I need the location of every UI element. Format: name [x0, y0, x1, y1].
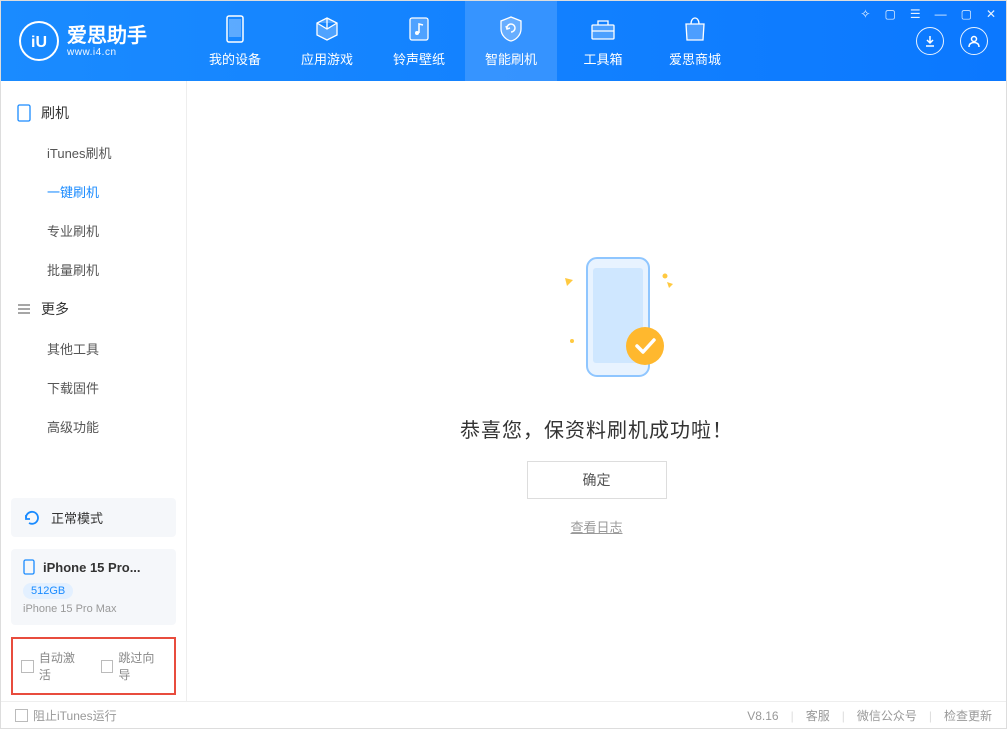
bag-icon — [681, 15, 709, 43]
version-label: V8.16 — [747, 709, 778, 723]
support-link[interactable]: 客服 — [806, 707, 830, 724]
sidebar-item-batch-flash[interactable]: 批量刷机 — [1, 250, 186, 289]
device-phone-icon — [23, 559, 35, 575]
nav-ringtone[interactable]: 铃声壁纸 — [373, 1, 465, 81]
win-menu-icon[interactable]: ☰ — [908, 7, 923, 21]
sidebar-item-download-fw[interactable]: 下载固件 — [1, 368, 186, 407]
success-message: 恭喜您，保资料刷机成功啦！ — [460, 414, 733, 443]
main-content: 恭喜您，保资料刷机成功啦！ 确定 查看日志 — [187, 81, 1006, 701]
checkbox-skip-wizard[interactable]: 跳过向导 — [101, 649, 167, 683]
sidebar-item-itunes-flash[interactable]: iTunes刷机 — [1, 133, 186, 172]
sidebar-item-pro-flash[interactable]: 专业刷机 — [1, 211, 186, 250]
sidebar-item-one-click[interactable]: 一键刷机 — [1, 172, 186, 211]
sidebar-item-advanced[interactable]: 高级功能 — [1, 407, 186, 446]
check-update-link[interactable]: 检查更新 — [944, 707, 992, 724]
checkbox-icon — [101, 660, 114, 673]
nav-toolbox[interactable]: 工具箱 — [557, 1, 649, 81]
device-box[interactable]: iPhone 15 Pro... 512GB iPhone 15 Pro Max — [11, 549, 176, 625]
cube-icon — [313, 15, 341, 43]
win-minimize-icon[interactable]: — — [933, 7, 949, 21]
app-url: www.i4.cn — [67, 47, 147, 58]
app-name: 爱思助手 — [67, 25, 147, 47]
sidebar-group-more[interactable]: 更多 — [1, 289, 186, 329]
header-right — [916, 27, 996, 55]
sidebar-item-other-tools[interactable]: 其他工具 — [1, 329, 186, 368]
refresh-icon — [23, 509, 41, 527]
logo-area[interactable]: iU 爱思助手 www.i4.cn — [19, 21, 189, 61]
wechat-link[interactable]: 微信公众号 — [857, 707, 917, 724]
toolbox-icon — [589, 15, 617, 43]
win-phone-icon[interactable]: ▢ — [882, 7, 897, 21]
win-pin-icon[interactable]: ✧ — [858, 7, 872, 21]
nav-bar: 我的设备 应用游戏 铃声壁纸 智能刷机 工具箱 爱思商城 — [189, 1, 916, 81]
sidebar: 刷机 iTunes刷机 一键刷机 专业刷机 批量刷机 更多 其他工具 下载固件 … — [1, 81, 187, 701]
checkbox-block-itunes[interactable]: 阻止iTunes运行 — [15, 707, 117, 724]
menu-icon — [17, 302, 31, 316]
footer: 阻止iTunes运行 V8.16 | 客服 | 微信公众号 | 检查更新 — [1, 701, 1006, 729]
download-button[interactable] — [916, 27, 944, 55]
nav-store[interactable]: 爱思商城 — [649, 1, 741, 81]
checkbox-auto-activate[interactable]: 自动激活 — [21, 649, 87, 683]
music-icon — [405, 15, 433, 43]
logo-icon: iU — [19, 21, 59, 61]
nav-flash[interactable]: 智能刷机 — [465, 1, 557, 81]
phone-small-icon — [17, 104, 31, 122]
device-name: iPhone 15 Pro... — [43, 560, 141, 575]
phone-icon — [221, 15, 249, 43]
window-controls: ✧ ▢ ☰ — ▢ ✕ — [858, 7, 998, 21]
nav-apps[interactable]: 应用游戏 — [281, 1, 373, 81]
success-illustration — [537, 246, 657, 396]
mode-label: 正常模式 — [51, 508, 103, 527]
confirm-button[interactable]: 确定 — [527, 461, 667, 499]
header: iU 爱思助手 www.i4.cn 我的设备 应用游戏 铃声壁纸 智能刷机 工具… — [1, 1, 1006, 81]
checkbox-icon — [15, 709, 28, 722]
user-button[interactable] — [960, 27, 988, 55]
svg-text:iU: iU — [31, 34, 47, 51]
sidebar-group-flash[interactable]: 刷机 — [1, 93, 186, 133]
shield-refresh-icon — [497, 15, 525, 43]
win-maximize-icon[interactable]: ▢ — [959, 7, 974, 21]
mode-box[interactable]: 正常模式 — [11, 498, 176, 537]
nav-device[interactable]: 我的设备 — [189, 1, 281, 81]
options-row: 自动激活 跳过向导 — [11, 637, 176, 695]
win-close-icon[interactable]: ✕ — [984, 7, 998, 21]
checkbox-icon — [21, 660, 34, 673]
device-full-name: iPhone 15 Pro Max — [23, 603, 164, 615]
view-log-link[interactable]: 查看日志 — [570, 517, 622, 536]
storage-chip: 512GB — [23, 583, 73, 599]
